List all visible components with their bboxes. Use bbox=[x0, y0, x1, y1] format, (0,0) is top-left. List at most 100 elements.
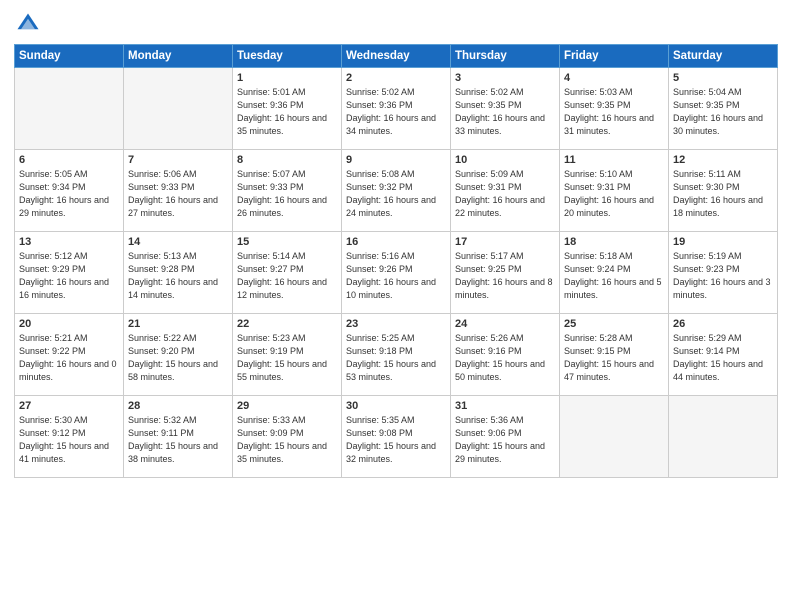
day-number: 8 bbox=[237, 154, 337, 166]
calendar-week-row: 27 Sunrise: 5:30 AMSunset: 9:12 PMDayligh… bbox=[15, 396, 778, 478]
calendar-cell: 9 Sunrise: 5:08 AMSunset: 9:32 PMDaylight… bbox=[342, 150, 451, 232]
day-number: 15 bbox=[237, 236, 337, 248]
day-info: Sunrise: 5:09 AMSunset: 9:31 PMDaylight:… bbox=[455, 168, 555, 220]
day-info: Sunrise: 5:07 AMSunset: 9:33 PMDaylight:… bbox=[237, 168, 337, 220]
calendar-week-row: 1 Sunrise: 5:01 AMSunset: 9:36 PMDaylight… bbox=[15, 68, 778, 150]
day-info: Sunrise: 5:35 AMSunset: 9:08 PMDaylight:… bbox=[346, 414, 446, 466]
day-number: 6 bbox=[19, 154, 119, 166]
calendar-cell bbox=[15, 68, 124, 150]
calendar-day-header: Thursday bbox=[451, 45, 560, 68]
day-info: Sunrise: 5:06 AMSunset: 9:33 PMDaylight:… bbox=[128, 168, 228, 220]
calendar-cell: 30 Sunrise: 5:35 AMSunset: 9:08 PMDayligh… bbox=[342, 396, 451, 478]
calendar-cell bbox=[669, 396, 778, 478]
logo bbox=[14, 10, 46, 38]
calendar-cell: 6 Sunrise: 5:05 AMSunset: 9:34 PMDaylight… bbox=[15, 150, 124, 232]
day-number: 3 bbox=[455, 72, 555, 84]
page: SundayMondayTuesdayWednesdayThursdayFrid… bbox=[0, 0, 792, 612]
calendar-cell: 31 Sunrise: 5:36 AMSunset: 9:06 PMDayligh… bbox=[451, 396, 560, 478]
day-info: Sunrise: 5:32 AMSunset: 9:11 PMDaylight:… bbox=[128, 414, 228, 466]
calendar-cell: 14 Sunrise: 5:13 AMSunset: 9:28 PMDayligh… bbox=[124, 232, 233, 314]
calendar: SundayMondayTuesdayWednesdayThursdayFrid… bbox=[14, 44, 778, 478]
calendar-cell: 19 Sunrise: 5:19 AMSunset: 9:23 PMDayligh… bbox=[669, 232, 778, 314]
calendar-cell: 11Sunrise: 5:10 AMSunset: 9:31 PMDayligh… bbox=[560, 150, 669, 232]
header bbox=[14, 10, 778, 38]
day-info: Sunrise: 5:08 AMSunset: 9:32 PMDaylight:… bbox=[346, 168, 446, 220]
day-info: Sunrise: 5:25 AMSunset: 9:18 PMDaylight:… bbox=[346, 332, 446, 384]
day-number: 12 bbox=[673, 154, 773, 166]
day-info: Sunrise: 5:11 AMSunset: 9:30 PMDaylight:… bbox=[673, 168, 773, 220]
day-number: 10 bbox=[455, 154, 555, 166]
day-number: 24 bbox=[455, 318, 555, 330]
day-info: Sunrise: 5:22 AMSunset: 9:20 PMDaylight:… bbox=[128, 332, 228, 384]
day-number: 27 bbox=[19, 400, 119, 412]
day-info: Sunrise: 5:13 AMSunset: 9:28 PMDaylight:… bbox=[128, 250, 228, 302]
day-info: Sunrise: 5:17 AMSunset: 9:25 PMDaylight:… bbox=[455, 250, 555, 302]
day-number: 18 bbox=[564, 236, 664, 248]
day-info: Sunrise: 5:02 AMSunset: 9:35 PMDaylight:… bbox=[455, 86, 555, 138]
calendar-cell: 20 Sunrise: 5:21 AMSunset: 9:22 PMDayligh… bbox=[15, 314, 124, 396]
day-info: Sunrise: 5:10 AMSunset: 9:31 PMDaylight:… bbox=[564, 168, 664, 220]
day-info: Sunrise: 5:29 AMSunset: 9:14 PMDaylight:… bbox=[673, 332, 773, 384]
day-info: Sunrise: 5:30 AMSunset: 9:12 PMDaylight:… bbox=[19, 414, 119, 466]
day-info: Sunrise: 5:12 AMSunset: 9:29 PMDaylight:… bbox=[19, 250, 119, 302]
calendar-cell: 1 Sunrise: 5:01 AMSunset: 9:36 PMDaylight… bbox=[233, 68, 342, 150]
calendar-cell: 21 Sunrise: 5:22 AMSunset: 9:20 PMDayligh… bbox=[124, 314, 233, 396]
day-number: 5 bbox=[673, 72, 773, 84]
day-number: 25 bbox=[564, 318, 664, 330]
day-info: Sunrise: 5:28 AMSunset: 9:15 PMDaylight:… bbox=[564, 332, 664, 384]
day-number: 13 bbox=[19, 236, 119, 248]
day-info: Sunrise: 5:04 AMSunset: 9:35 PMDaylight:… bbox=[673, 86, 773, 138]
day-number: 28 bbox=[128, 400, 228, 412]
day-info: Sunrise: 5:23 AMSunset: 9:19 PMDaylight:… bbox=[237, 332, 337, 384]
day-info: Sunrise: 5:05 AMSunset: 9:34 PMDaylight:… bbox=[19, 168, 119, 220]
day-number: 23 bbox=[346, 318, 446, 330]
calendar-week-row: 20 Sunrise: 5:21 AMSunset: 9:22 PMDayligh… bbox=[15, 314, 778, 396]
day-number: 20 bbox=[19, 318, 119, 330]
calendar-cell: 22 Sunrise: 5:23 AMSunset: 9:19 PMDayligh… bbox=[233, 314, 342, 396]
day-info: Sunrise: 5:19 AMSunset: 9:23 PMDaylight:… bbox=[673, 250, 773, 302]
calendar-cell: 24 Sunrise: 5:26 AMSunset: 9:16 PMDayligh… bbox=[451, 314, 560, 396]
logo-icon bbox=[14, 10, 42, 38]
calendar-cell: 12 Sunrise: 5:11 AMSunset: 9:30 PMDayligh… bbox=[669, 150, 778, 232]
day-number: 22 bbox=[237, 318, 337, 330]
day-info: Sunrise: 5:26 AMSunset: 9:16 PMDaylight:… bbox=[455, 332, 555, 384]
calendar-cell: 7 Sunrise: 5:06 AMSunset: 9:33 PMDaylight… bbox=[124, 150, 233, 232]
calendar-cell: 2Sunrise: 5:02 AMSunset: 9:36 PMDaylight… bbox=[342, 68, 451, 150]
calendar-cell: 5 Sunrise: 5:04 AMSunset: 9:35 PMDaylight… bbox=[669, 68, 778, 150]
day-info: Sunrise: 5:14 AMSunset: 9:27 PMDaylight:… bbox=[237, 250, 337, 302]
day-info: Sunrise: 5:16 AMSunset: 9:26 PMDaylight:… bbox=[346, 250, 446, 302]
day-info: Sunrise: 5:21 AMSunset: 9:22 PMDaylight:… bbox=[19, 332, 119, 384]
calendar-cell: 8 Sunrise: 5:07 AMSunset: 9:33 PMDaylight… bbox=[233, 150, 342, 232]
calendar-header-row: SundayMondayTuesdayWednesdayThursdayFrid… bbox=[15, 45, 778, 68]
calendar-day-header: Sunday bbox=[15, 45, 124, 68]
day-number: 30 bbox=[346, 400, 446, 412]
day-number: 14 bbox=[128, 236, 228, 248]
calendar-cell: 10 Sunrise: 5:09 AMSunset: 9:31 PMDayligh… bbox=[451, 150, 560, 232]
calendar-cell: 23 Sunrise: 5:25 AMSunset: 9:18 PMDayligh… bbox=[342, 314, 451, 396]
day-number: 9 bbox=[346, 154, 446, 166]
calendar-cell: 15 Sunrise: 5:14 AMSunset: 9:27 PMDayligh… bbox=[233, 232, 342, 314]
day-number: 26 bbox=[673, 318, 773, 330]
day-number: 4 bbox=[564, 72, 664, 84]
calendar-week-row: 13 Sunrise: 5:12 AMSunset: 9:29 PMDayligh… bbox=[15, 232, 778, 314]
day-number: 21 bbox=[128, 318, 228, 330]
day-number: 7 bbox=[128, 154, 228, 166]
calendar-cell: 29Sunrise: 5:33 AMSunset: 9:09 PMDayligh… bbox=[233, 396, 342, 478]
calendar-cell bbox=[124, 68, 233, 150]
day-number: 1 bbox=[237, 72, 337, 84]
day-info: Sunrise: 5:36 AMSunset: 9:06 PMDaylight:… bbox=[455, 414, 555, 466]
calendar-cell bbox=[560, 396, 669, 478]
calendar-day-header: Monday bbox=[124, 45, 233, 68]
calendar-cell: 26 Sunrise: 5:29 AMSunset: 9:14 PMDayligh… bbox=[669, 314, 778, 396]
calendar-cell: 27 Sunrise: 5:30 AMSunset: 9:12 PMDayligh… bbox=[15, 396, 124, 478]
calendar-cell: 3 Sunrise: 5:02 AMSunset: 9:35 PMDaylight… bbox=[451, 68, 560, 150]
day-info: Sunrise: 5:18 AMSunset: 9:24 PMDaylight:… bbox=[564, 250, 664, 302]
day-number: 29 bbox=[237, 400, 337, 412]
day-number: 16 bbox=[346, 236, 446, 248]
day-number: 31 bbox=[455, 400, 555, 412]
day-number: 19 bbox=[673, 236, 773, 248]
calendar-cell: 13 Sunrise: 5:12 AMSunset: 9:29 PMDayligh… bbox=[15, 232, 124, 314]
calendar-day-header: Tuesday bbox=[233, 45, 342, 68]
day-info: Sunrise: 5:01 AMSunset: 9:36 PMDaylight:… bbox=[237, 86, 337, 138]
calendar-cell: 4Sunrise: 5:03 AMSunset: 9:35 PMDaylight… bbox=[560, 68, 669, 150]
